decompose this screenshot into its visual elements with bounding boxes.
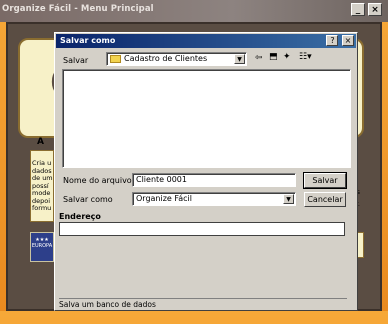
chevron-down-icon[interactable]: ▼ [234, 54, 245, 64]
filename-label: Nome do arquivo: [63, 176, 135, 185]
menu-tile-label: A [37, 137, 44, 147]
view-menu-icon[interactable]: ☷▾ [299, 52, 312, 62]
file-list[interactable] [62, 69, 351, 168]
save-in-label: Salvar [63, 56, 89, 65]
save-as-dialog: Salvar como ? × Salvar Cadastro de Clien… [54, 32, 358, 311]
eu-emblem-icon: ★★★ EUROPA [30, 232, 54, 262]
chevron-down-icon[interactable]: ▼ [283, 194, 294, 204]
status-bar: Salva um banco de dados [59, 298, 347, 311]
dialog-title: Salvar como [60, 36, 116, 45]
help-button[interactable]: ? [326, 35, 339, 46]
address-input[interactable] [59, 222, 345, 236]
app-titlebar: Organize Fácil - Menu Principal _ × [0, 0, 388, 22]
description-text: Cria u dados de um possí mode depoi form… [32, 159, 53, 212]
close-button[interactable]: × [368, 3, 382, 16]
filename-input[interactable]: Cliente 0001 [132, 173, 296, 187]
cancel-button[interactable]: Cancelar [304, 192, 346, 207]
save-button[interactable]: Salvar [303, 172, 347, 189]
minimize-button[interactable]: _ [351, 3, 366, 16]
app-title: Organize Fácil - Menu Principal [2, 4, 154, 14]
savetype-combo[interactable]: Organize Fácil ▼ [132, 192, 296, 206]
new-folder-icon[interactable]: ✦ [283, 52, 291, 62]
savetype-label: Salvar como [63, 195, 113, 204]
folder-icon [110, 55, 121, 63]
address-header: Endereço [59, 212, 101, 221]
save-in-combo[interactable]: Cadastro de Clientes ▼ [106, 52, 247, 66]
up-folder-icon[interactable]: ⬒ [269, 52, 278, 62]
back-icon[interactable]: ⇦ [255, 53, 263, 63]
dialog-titlebar: Salvar como ? × [56, 34, 356, 48]
status-text: Salva um banco de dados [59, 300, 156, 309]
dialog-close-button[interactable]: × [342, 35, 354, 46]
